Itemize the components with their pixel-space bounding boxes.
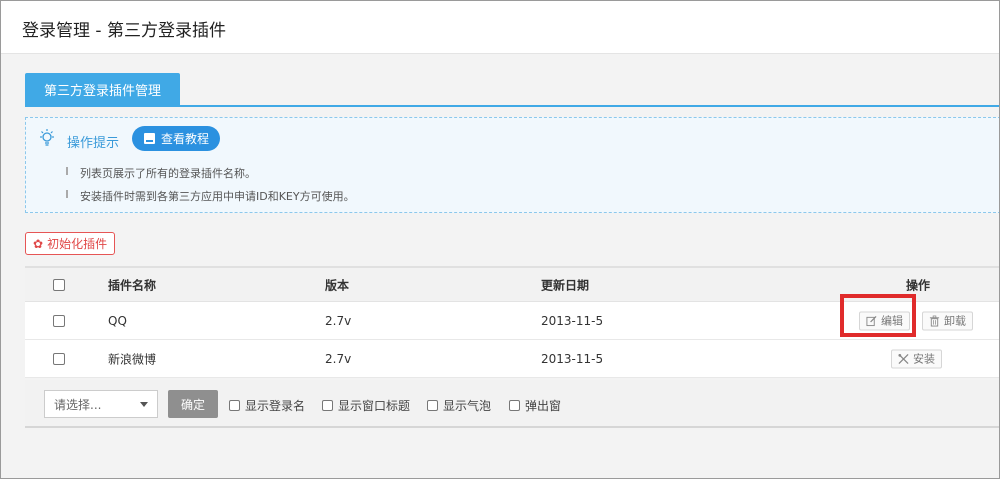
- tools-icon: [898, 353, 909, 364]
- page-title: 登录管理 - 第三方登录插件: [22, 21, 226, 41]
- checkbox[interactable]: [322, 400, 333, 411]
- checkbox[interactable]: [229, 400, 240, 411]
- option-popup-window[interactable]: 弹出窗: [509, 397, 561, 414]
- plugin-table: 插件名称 版本 更新日期 操作 QQ 2.7v 2013-11-5 编辑 卸载 …: [25, 266, 999, 378]
- option-show-login-name[interactable]: 显示登录名: [229, 397, 305, 414]
- plugin-name: QQ: [108, 313, 127, 328]
- row-checkbox[interactable]: [53, 314, 65, 327]
- install-button[interactable]: 安装: [891, 349, 942, 368]
- bulk-action-select[interactable]: 请选择...: [44, 390, 158, 418]
- tab-plugin-management[interactable]: 第三方登录插件管理: [25, 73, 180, 105]
- select-all-checkbox[interactable]: [53, 278, 65, 291]
- plugin-version: 2.7v: [325, 351, 352, 366]
- edit-icon: [866, 315, 877, 326]
- row-checkbox[interactable]: [53, 352, 65, 365]
- trash-icon: [929, 315, 940, 326]
- table-header: 插件名称 版本 更新日期 操作: [25, 266, 999, 302]
- plugin-version: 2.7v: [325, 313, 352, 328]
- tips-title: 操作提示: [67, 136, 120, 151]
- page-header: 登录管理 - 第三方登录插件: [1, 1, 999, 54]
- checkbox[interactable]: [427, 400, 438, 411]
- table-row: QQ 2.7v 2013-11-5 编辑 卸载: [25, 302, 999, 340]
- header-date: 更新日期: [541, 278, 590, 292]
- tab-bar: 第三方登录插件管理: [25, 73, 999, 107]
- select-placeholder: 请选择...: [54, 397, 102, 412]
- gear-icon: ✿: [33, 236, 44, 251]
- lightbulb-icon: [40, 129, 54, 146]
- view-tutorial-label: 查看教程: [161, 132, 210, 146]
- option-show-bubble[interactable]: 显示气泡: [427, 397, 491, 414]
- plugin-date: 2013-11-5: [541, 351, 604, 366]
- uninstall-button[interactable]: 卸载: [922, 311, 973, 330]
- init-plugins-label: 初始化插件: [47, 237, 108, 251]
- uninstall-label: 卸载: [944, 314, 966, 328]
- option-show-window-title[interactable]: 显示窗口标题: [322, 397, 410, 414]
- bulk-actions-bar: 请选择... 确定 显示登录名 显示窗口标题 显示气泡 弹出窗: [25, 380, 999, 428]
- caret-down-icon: [140, 402, 148, 407]
- table-row: 新浪微博 2.7v 2013-11-5 安装: [25, 340, 999, 378]
- edit-button[interactable]: 编辑: [859, 311, 910, 330]
- plugin-date: 2013-11-5: [541, 313, 604, 328]
- header-actions: 操作: [906, 278, 931, 292]
- book-icon: [144, 133, 155, 144]
- install-label: 安装: [913, 352, 935, 366]
- app-frame: 登录管理 - 第三方登录插件 第三方登录插件管理 操作提示 查看教程 列表页展示…: [0, 0, 1000, 479]
- header-version: 版本: [325, 278, 350, 292]
- tip-line: 安装插件时需到各第三方应用中申请ID和KEY方可使用。: [66, 188, 355, 204]
- tips-panel: 操作提示 查看教程 列表页展示了所有的登录插件名称。 安装插件时需到各第三方应用…: [25, 117, 999, 213]
- plugin-name: 新浪微博: [108, 352, 157, 366]
- tip-line: 列表页展示了所有的登录插件名称。: [66, 165, 256, 181]
- checkbox[interactable]: [509, 400, 520, 411]
- confirm-button[interactable]: 确定: [168, 390, 218, 418]
- view-tutorial-button[interactable]: 查看教程: [132, 126, 221, 151]
- header-name: 插件名称: [108, 278, 157, 292]
- init-plugins-button[interactable]: ✿ 初始化插件: [25, 232, 116, 255]
- edit-label: 编辑: [881, 314, 903, 328]
